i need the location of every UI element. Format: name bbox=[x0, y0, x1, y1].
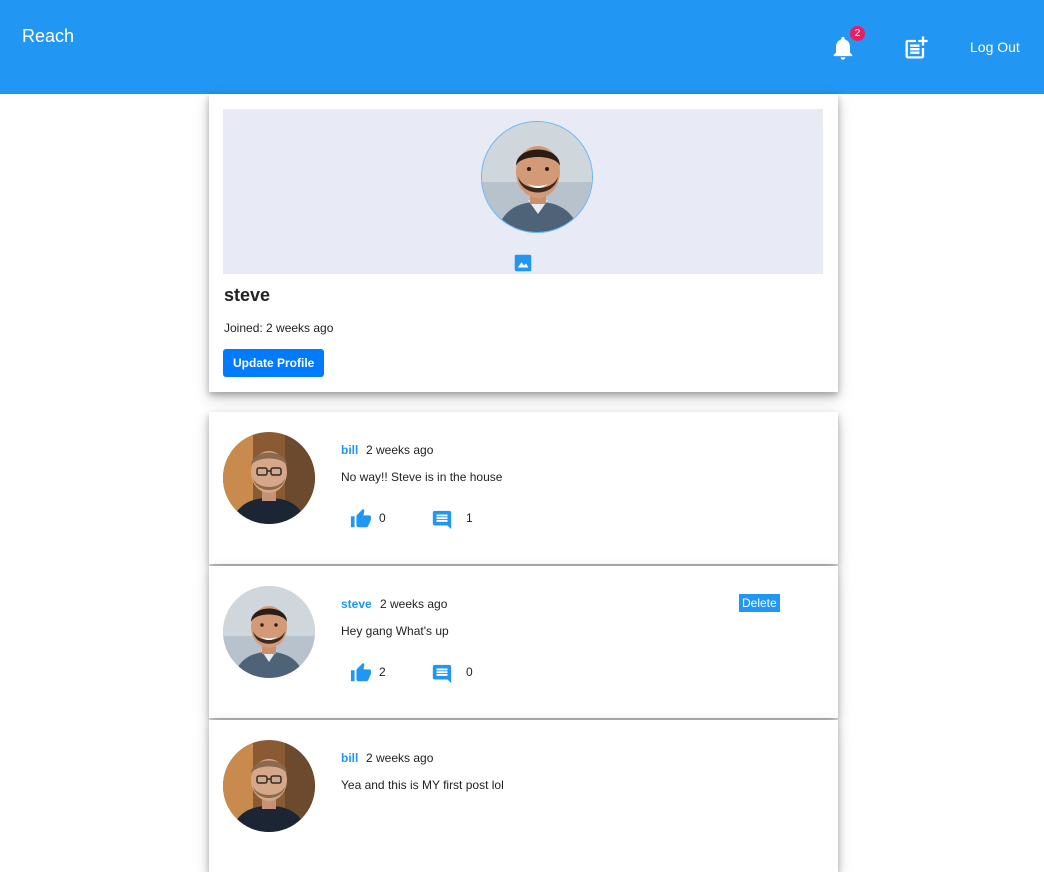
profile-joined-date: Joined: 2 weeks ago bbox=[224, 321, 334, 335]
comment-count: 1 bbox=[466, 511, 473, 525]
like-count: 2 bbox=[379, 665, 386, 679]
post-author-link[interactable]: steve bbox=[341, 597, 372, 611]
post-timestamp: 2 weeks ago bbox=[366, 751, 434, 765]
app-bar: Reach 2 Log Out bbox=[0, 0, 1044, 94]
profile-cover bbox=[223, 109, 823, 274]
post-card: bill 2 weeks ago No way!! Steve is in th… bbox=[209, 412, 838, 564]
like-thumb-up-icon[interactable] bbox=[350, 662, 372, 684]
app-brand[interactable]: Reach bbox=[22, 26, 74, 47]
post-author-avatar[interactable] bbox=[223, 432, 315, 524]
post-card: bill 2 weeks ago Yea and this is MY firs… bbox=[209, 720, 838, 872]
profile-card: steve Joined: 2 weeks ago Update Profile bbox=[209, 94, 838, 392]
post-author-avatar[interactable] bbox=[223, 586, 315, 678]
post-timestamp: 2 weeks ago bbox=[366, 443, 434, 457]
post-timestamp: 2 weeks ago bbox=[380, 597, 448, 611]
post-author-avatar[interactable] bbox=[223, 740, 315, 832]
profile-handle: steve bbox=[224, 285, 271, 305]
post-author-link[interactable]: bill bbox=[341, 443, 358, 457]
post-body: No way!! Steve is in the house bbox=[341, 470, 503, 484]
comment-count: 0 bbox=[466, 665, 473, 679]
like-count: 0 bbox=[379, 511, 386, 525]
new-post-icon[interactable] bbox=[902, 34, 930, 62]
like-thumb-up-icon[interactable] bbox=[350, 508, 372, 530]
update-profile-button[interactable]: Update Profile bbox=[223, 349, 325, 377]
notification-count-badge: 2 bbox=[850, 26, 865, 41]
post-card: steve 2 weeks ago Delete Hey gang What's… bbox=[209, 566, 838, 718]
profile-avatar bbox=[481, 121, 593, 233]
post-body: Hey gang What's up bbox=[341, 624, 449, 638]
logout-button[interactable]: Log Out bbox=[970, 39, 1020, 55]
change-cover-image-icon[interactable] bbox=[514, 254, 532, 272]
delete-post-button[interactable]: Delete bbox=[739, 594, 780, 612]
post-body: Yea and this is MY first post lol bbox=[341, 778, 504, 792]
post-author-link[interactable]: bill bbox=[341, 751, 358, 765]
comment-icon[interactable] bbox=[431, 663, 453, 685]
comment-icon[interactable] bbox=[431, 509, 453, 531]
